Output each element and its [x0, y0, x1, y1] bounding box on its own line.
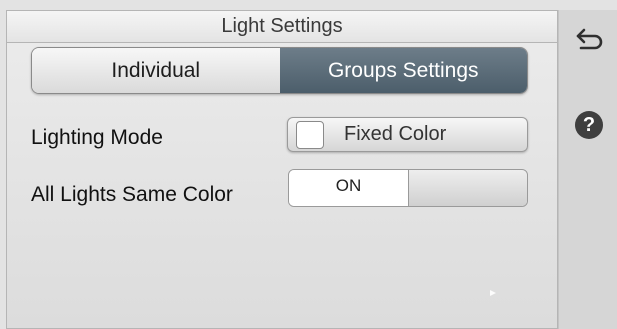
color-swatch — [296, 120, 324, 149]
lighting-mode-select[interactable]: Fixed Color — [287, 117, 528, 152]
help-button[interactable]: ? — [575, 111, 603, 139]
page-title: Light Settings — [6, 10, 558, 43]
same-color-label: All Lights Same Color — [31, 183, 233, 206]
cursor-marker — [490, 290, 496, 296]
tab-individual[interactable]: Individual — [32, 48, 280, 93]
help-icon: ? — [582, 113, 596, 136]
mode-tabs: Individual Groups Settings — [31, 47, 528, 94]
lighting-mode-label: Lighting Mode — [31, 126, 163, 149]
back-button[interactable] — [572, 24, 604, 56]
same-color-toggle[interactable]: ON — [288, 169, 528, 207]
toggle-knob[interactable] — [408, 170, 527, 206]
page-title-text: Light Settings — [221, 15, 343, 37]
toggle-state-label: ON — [289, 170, 408, 206]
tab-individual-label: Individual — [111, 58, 201, 82]
tab-groups-settings[interactable]: Groups Settings — [279, 48, 527, 93]
tab-groups-settings-label: Groups Settings — [327, 58, 479, 82]
lighting-mode-value: Fixed Color — [344, 123, 447, 145]
back-arrow-icon — [576, 28, 603, 50]
sidebar — [558, 10, 617, 329]
light-settings-screen: Light Settings Individual Groups Setting… — [0, 0, 617, 329]
